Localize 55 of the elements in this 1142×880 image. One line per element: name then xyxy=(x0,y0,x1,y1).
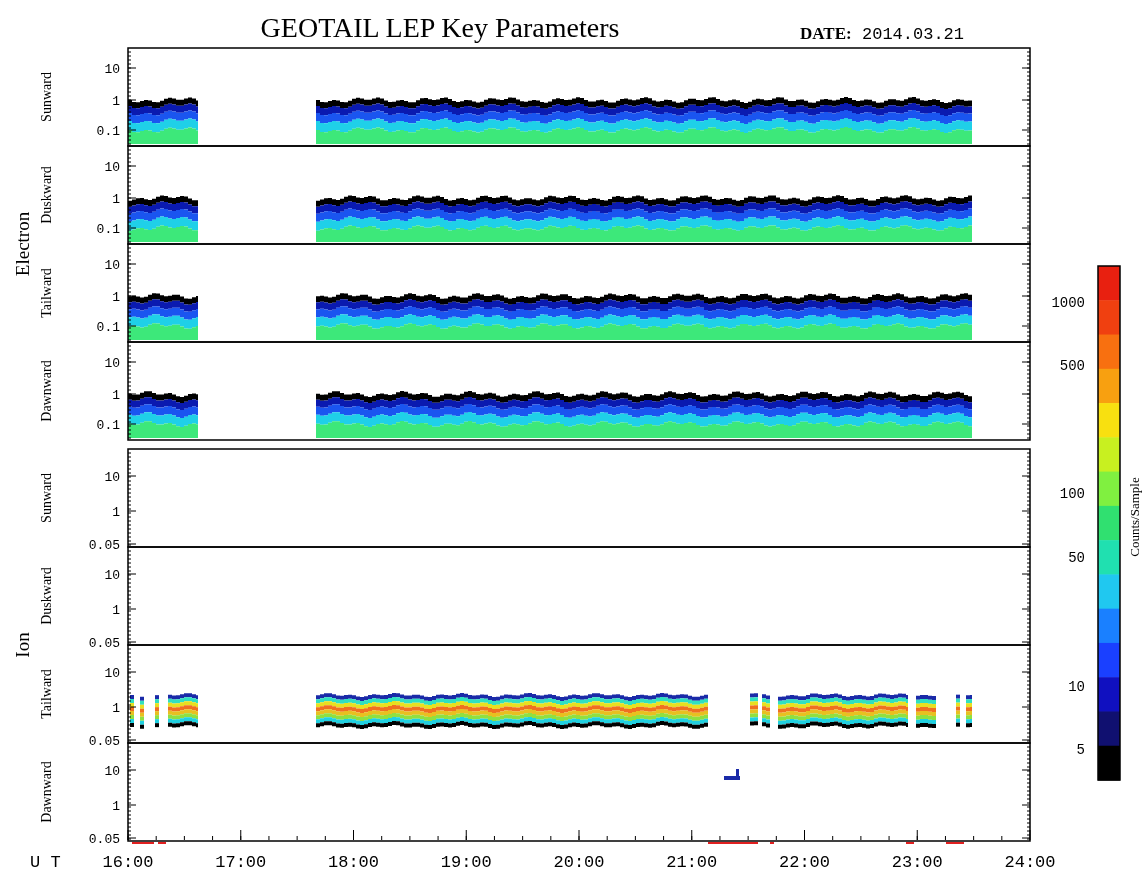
color-scale-label: 5 xyxy=(1076,742,1085,758)
y-tick-label: 10 xyxy=(104,764,120,779)
y-tick-label: 1 xyxy=(112,505,120,520)
spectrogram-drawing xyxy=(724,769,740,780)
y-tick-label: 0.05 xyxy=(88,636,120,651)
panel-label: Sunward xyxy=(39,473,54,523)
color-scale-label: 500 xyxy=(1059,358,1085,374)
y-tick-label: 1 xyxy=(112,388,120,403)
y-tick-label: 1 xyxy=(112,799,120,814)
y-tick-label: 10 xyxy=(104,470,120,485)
color-scale-label: 10 xyxy=(1068,679,1085,695)
y-tick-label: 10 xyxy=(104,666,120,681)
chart-title: GEOTAIL LEP Key Parameters xyxy=(260,12,620,43)
y-tick-label: 1 xyxy=(112,290,120,305)
x-tick-label: 22:00 xyxy=(779,853,830,872)
panel-label: Dawnward xyxy=(39,360,54,422)
y-tick-label: 1 xyxy=(112,603,120,618)
color-scale-title: Counts/Sample xyxy=(1127,477,1142,557)
y-tick-label: 10 xyxy=(104,258,120,273)
x-tick-label: 21:00 xyxy=(666,853,718,872)
y-tick-label: 10 xyxy=(104,568,120,583)
x-tick-label: 17:00 xyxy=(215,853,267,872)
date-value: 2014.03.21 xyxy=(862,25,965,44)
date-label: DATE: xyxy=(800,24,852,43)
panel-label: Sunward xyxy=(39,72,54,122)
group-label: Ion xyxy=(12,632,33,658)
panel-label: Dawnward xyxy=(39,761,54,823)
x-tick-label: 18:00 xyxy=(328,853,379,872)
x-tick-label: 19:00 xyxy=(440,853,492,872)
y-tick-label: 0.05 xyxy=(88,734,120,749)
color-scale-label: 50 xyxy=(1068,550,1085,566)
group-label: Electron xyxy=(12,211,33,277)
color-scale-label: 100 xyxy=(1059,486,1085,502)
x-tick-label: 16:00 xyxy=(102,853,154,872)
y-tick-label: 0.1 xyxy=(96,124,120,139)
x-tick-label: 24:00 xyxy=(1004,853,1056,872)
y-tick-label: 0.1 xyxy=(96,222,120,237)
x-axis-label: U T xyxy=(30,853,61,872)
y-tick-label: 10 xyxy=(104,356,120,371)
y-tick-label: 1 xyxy=(112,94,120,109)
panel-label: Duskward xyxy=(39,567,54,625)
panel-label: Tailward xyxy=(39,669,54,719)
y-tick-label: 0.05 xyxy=(88,538,120,553)
y-tick-label: 0.1 xyxy=(96,320,120,335)
y-tick-label: 1 xyxy=(112,701,120,716)
y-tick-label: 1 xyxy=(112,192,120,207)
color-scale-label: 1000 xyxy=(1051,295,1085,311)
x-tick-label: 23:00 xyxy=(891,853,943,872)
panel-label: Duskward xyxy=(39,166,54,224)
x-tick-label: 20:00 xyxy=(553,853,605,872)
y-tick-label: 0.1 xyxy=(96,418,120,433)
y-tick-label: 10 xyxy=(104,160,120,175)
y-tick-label: 10 xyxy=(104,62,120,77)
panel-label: Tailward xyxy=(39,268,54,318)
y-tick-label: 0.05 xyxy=(88,832,120,847)
